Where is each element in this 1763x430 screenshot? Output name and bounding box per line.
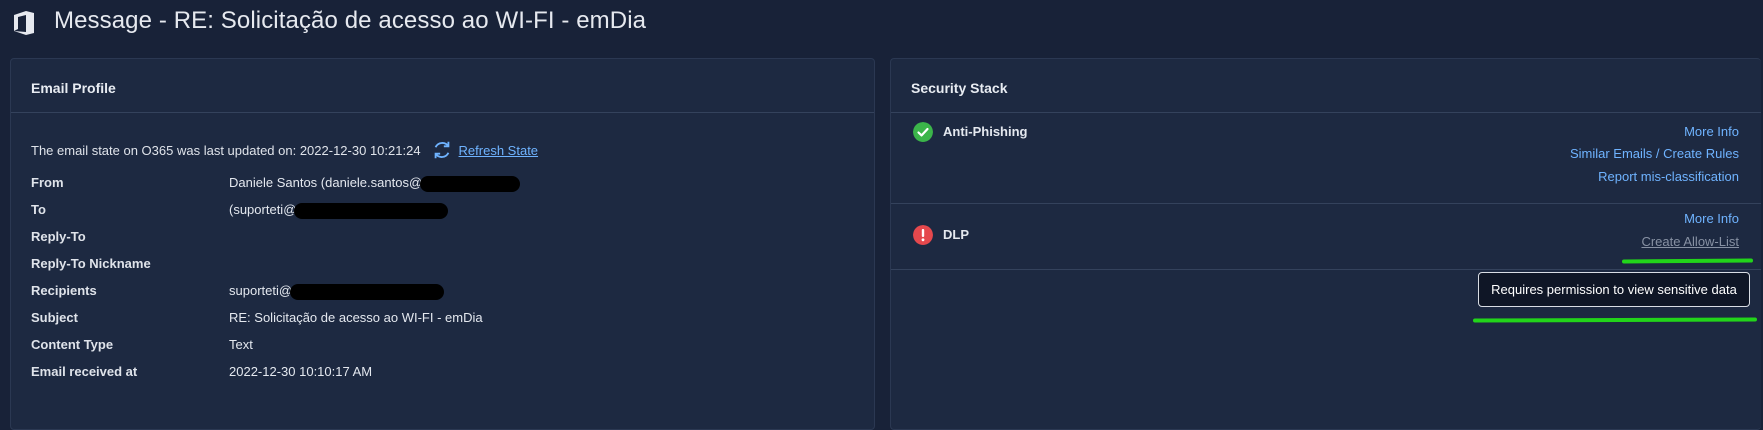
field-label: Content Type xyxy=(31,337,114,352)
redaction-mark xyxy=(420,175,521,192)
email-profile-header: Email Profile xyxy=(11,59,874,113)
permission-tooltip: Requires permission to view sensitive da… xyxy=(1478,272,1750,307)
email-state-line: The email state on O365 was last updated… xyxy=(31,139,538,161)
email-profile-panel: Email Profile The email state on O365 wa… xyxy=(10,58,875,430)
security-stack-panel: Security Stack Anti-Phishing More Info S… xyxy=(890,58,1761,430)
similar-emails-create-rules-link[interactable]: Similar Emails / Create Rules xyxy=(1570,146,1739,161)
field-value: 2022-12-30 10:10:17 AM xyxy=(229,364,373,379)
refresh-icon[interactable] xyxy=(431,139,453,161)
report-misclassification-link[interactable]: Report mis-classification xyxy=(1598,169,1739,184)
field-value: RE: Solicitação de acesso ao WI-FI - emD… xyxy=(229,310,483,325)
field-label: Subject xyxy=(31,310,78,325)
title-bar: Message - RE: Solicitação de acesso ao W… xyxy=(0,0,1763,46)
create-allow-list-link[interactable]: Create Allow-List xyxy=(1641,234,1739,249)
office-logo-icon xyxy=(14,11,34,35)
security-stack-header: Security Stack xyxy=(891,59,1761,113)
field-label: From xyxy=(31,175,64,190)
security-item-dlp: DLP More Info Create Allow-List xyxy=(891,204,1761,264)
field-value: suporteti@ xyxy=(229,283,293,298)
redaction-mark xyxy=(290,283,445,300)
email-state-text: The email state on O365 was last updated… xyxy=(31,142,421,158)
check-circle-icon xyxy=(913,122,933,142)
alert-circle-icon xyxy=(913,225,933,245)
security-item-name: Anti-Phishing xyxy=(943,124,1028,139)
field-label: Reply-To xyxy=(31,229,86,244)
field-value: (suporteti@ xyxy=(229,202,297,217)
field-value: Text xyxy=(229,337,253,352)
anti-phishing-more-info-link[interactable]: More Info xyxy=(1684,124,1739,139)
field-label: Email received at xyxy=(31,364,138,379)
field-label: To xyxy=(31,202,46,217)
field-value: Daniele Santos (daniele.santos@ xyxy=(229,175,423,190)
field-label: Reply-To Nickname xyxy=(31,256,151,271)
divider xyxy=(891,269,1761,270)
to-recipient-link[interactable]: (suporteti@ xyxy=(229,202,449,219)
recipients-value: suporteti@ xyxy=(229,283,445,300)
page-title: Message - RE: Solicitação de acesso ao W… xyxy=(54,7,647,34)
refresh-state-link[interactable]: Refresh State xyxy=(459,143,539,158)
from-sender-link[interactable]: Daniele Santos (daniele.santos@ xyxy=(229,175,521,192)
dlp-more-info-link[interactable]: More Info xyxy=(1684,211,1739,226)
redaction-mark xyxy=(294,202,449,219)
security-item-name: DLP xyxy=(943,227,969,242)
field-label: Recipients xyxy=(31,283,97,298)
